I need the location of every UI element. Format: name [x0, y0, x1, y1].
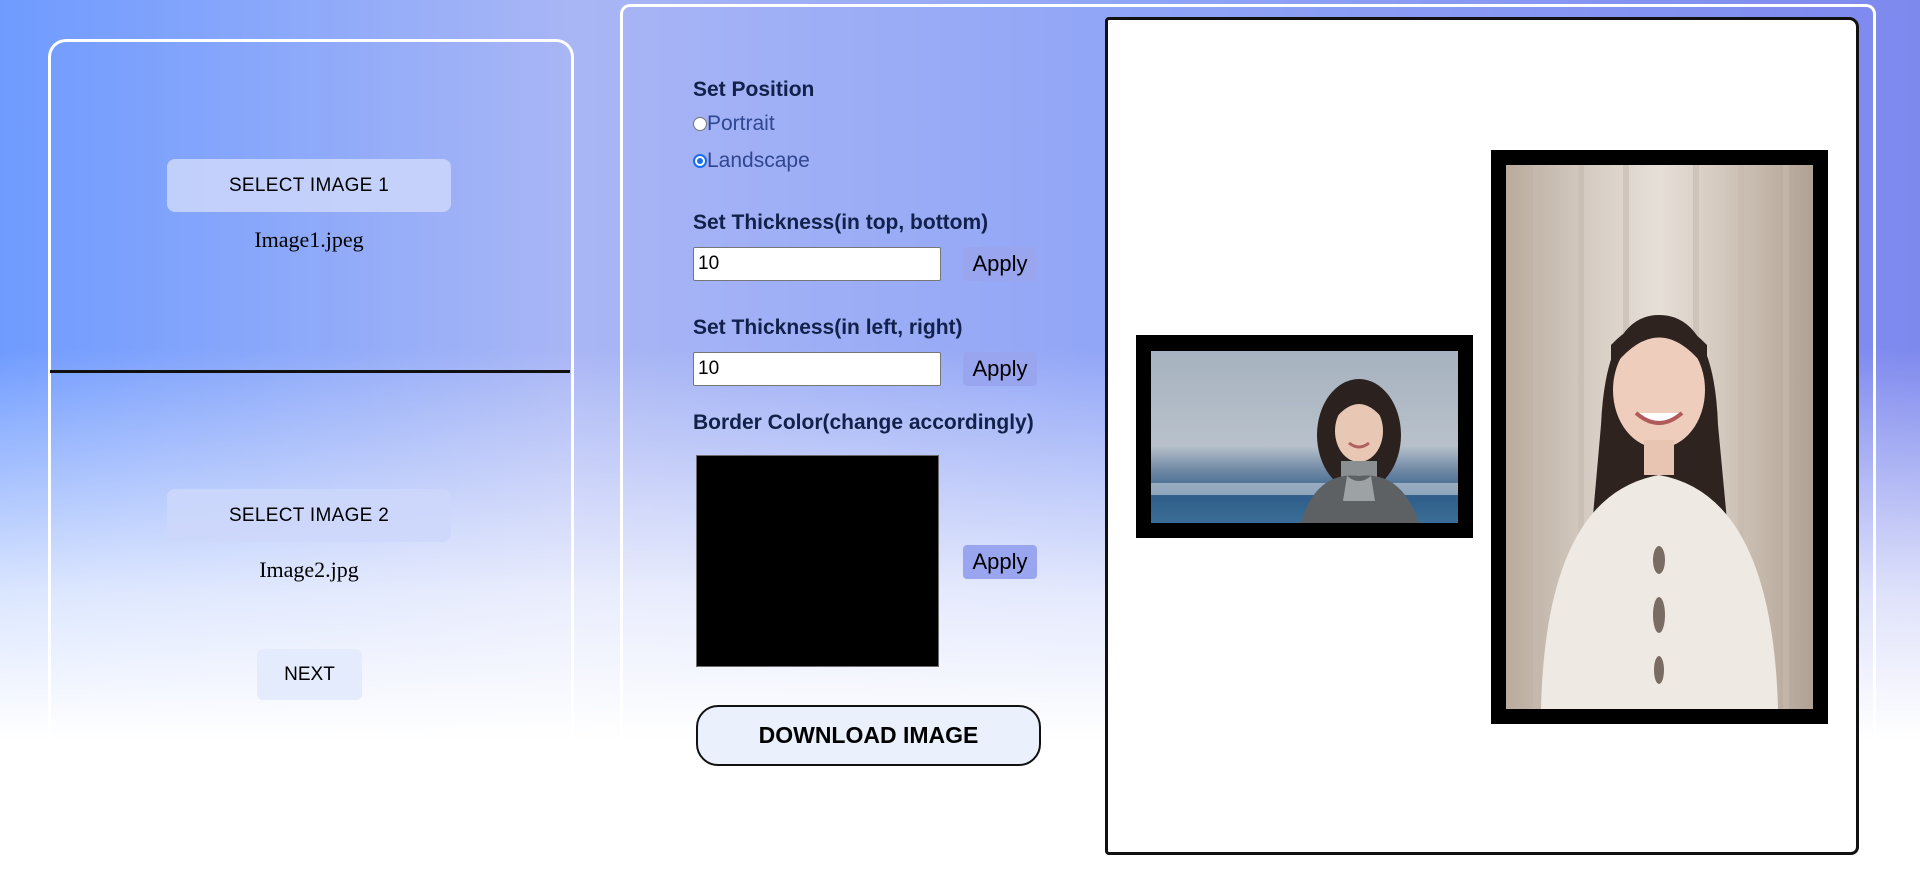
image-1-filename: Image1.jpeg — [254, 227, 364, 252]
radio-landscape[interactable]: Landscape — [693, 149, 810, 173]
landscape-photo — [1151, 351, 1458, 523]
portrait-radio-icon[interactable] — [693, 117, 707, 131]
download-image-button[interactable]: DOWNLOAD IMAGE — [696, 705, 1041, 766]
thickness-left-right-heading: Set Thickness(in left, right) — [693, 316, 963, 339]
apply-thickness-top-bottom-button[interactable]: Apply — [963, 247, 1037, 281]
set-position-heading: Set Position — [693, 78, 815, 101]
apply-thickness-left-right-button[interactable]: Apply — [963, 352, 1037, 386]
portrait-photo-image — [1506, 165, 1813, 709]
border-color-heading: Border Color(change accordingly) — [693, 411, 1034, 434]
thickness-top-bottom-heading: Set Thickness(in top, bottom) — [693, 211, 989, 234]
radio-portrait[interactable]: Portrait — [693, 112, 775, 136]
radio-portrait-label: Portrait — [707, 112, 775, 135]
border-color-picker[interactable] — [696, 455, 939, 667]
landscape-photo-image — [1151, 351, 1458, 523]
radio-landscape-label: Landscape — [707, 149, 810, 172]
thickness-left-right-input[interactable] — [693, 352, 941, 386]
apply-border-color-button[interactable]: Apply — [963, 545, 1037, 579]
landscape-radio-icon[interactable] — [693, 154, 707, 168]
portrait-photo — [1506, 165, 1813, 709]
next-button[interactable]: NEXT — [257, 649, 362, 700]
select-image-2-button[interactable]: SELECT IMAGE 2 — [167, 489, 451, 542]
panel-divider — [50, 370, 570, 373]
thickness-top-bottom-input[interactable] — [693, 247, 941, 281]
image-2-filename: Image2.jpg — [259, 557, 359, 582]
select-image-1-button[interactable]: SELECT IMAGE 1 — [167, 159, 451, 212]
